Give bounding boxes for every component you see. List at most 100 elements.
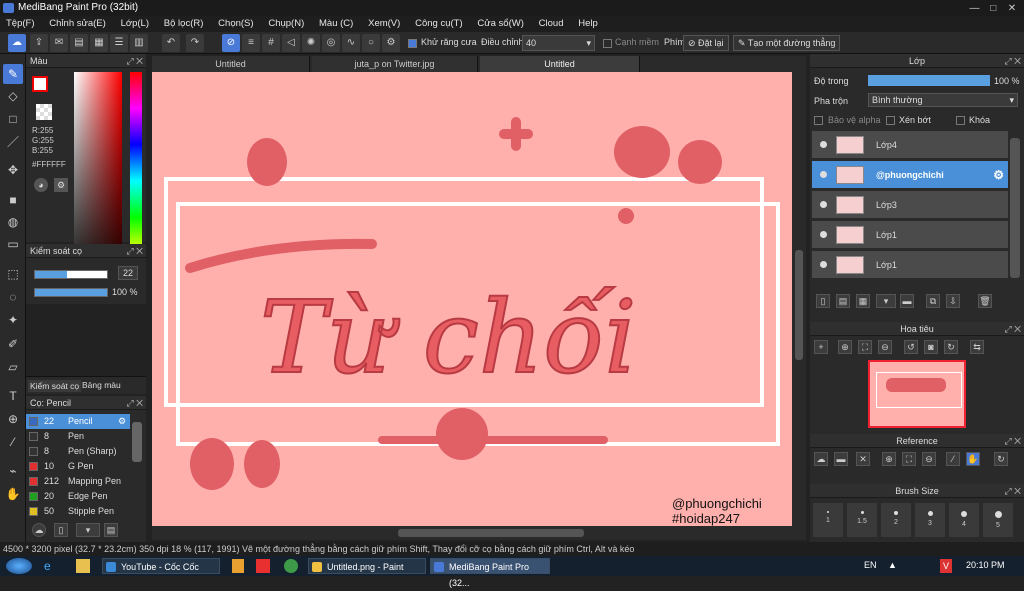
close-icon[interactable]: ✕ — [1004, 2, 1020, 15]
text-tool-icon[interactable]: T — [3, 386, 23, 406]
brush-size-value[interactable]: 22 — [118, 266, 138, 280]
explorer-icon[interactable] — [76, 559, 90, 573]
add-brush-icon[interactable]: ▾ — [76, 523, 100, 537]
visibility-icon[interactable] — [820, 141, 827, 148]
navigator-preview[interactable] — [868, 360, 966, 428]
menu-cloud[interactable]: Cloud — [533, 16, 570, 31]
brush-settings-icon[interactable]: ⚙ — [118, 414, 126, 429]
antialias-checkbox[interactable] — [408, 39, 417, 48]
protect-alpha-checkbox[interactable] — [814, 116, 823, 125]
panel-close-icon[interactable]: ⤢ ✕ — [1004, 484, 1021, 498]
layer-row[interactable]: @phuongchichi ⚙ — [812, 161, 1008, 189]
line-tool-icon[interactable]: ／ — [3, 132, 23, 152]
ie-icon[interactable]: e — [44, 559, 58, 573]
ref-eyedropper-icon[interactable]: ⁄ — [946, 452, 960, 466]
layer-row[interactable]: Lớp1 — [812, 251, 1008, 279]
brush-cloud-icon[interactable]: ☁ — [32, 523, 46, 537]
menu-help[interactable]: Help — [572, 16, 604, 31]
lock-checkbox[interactable] — [956, 116, 965, 125]
reference-cloud-icon[interactable]: ☁ — [814, 452, 828, 466]
panel-close-icon[interactable]: ⤢ ✕ — [1004, 322, 1021, 336]
new-halftone-layer-icon[interactable]: ▤ — [836, 294, 850, 308]
start-button-icon[interactable] — [6, 558, 32, 574]
minimize-icon[interactable]: — — [966, 2, 982, 15]
brush-row[interactable]: 10 G Pen — [26, 459, 130, 474]
folder-icon[interactable]: ▬ — [900, 294, 914, 308]
menu-select[interactable]: Chọn(S) — [212, 16, 259, 31]
perspective-icon[interactable]: ◁ — [282, 34, 300, 52]
reset-button[interactable]: ⊘ Đặt lại — [683, 35, 729, 51]
panel-close-icon[interactable]: ⤢ ✕ — [126, 54, 143, 68]
delete-layer-icon[interactable]: 🗑 — [978, 294, 992, 308]
maximize-icon[interactable]: □ — [985, 2, 1001, 15]
tab-brush-control[interactable]: Kiểm soát cọ — [28, 380, 82, 392]
add-layer-menu-icon[interactable]: ▾ — [876, 294, 896, 308]
brush-opacity-slider[interactable] — [34, 288, 108, 297]
gradient-tool-icon[interactable]: ▭ — [3, 234, 23, 254]
app-red-icon[interactable] — [256, 559, 270, 573]
grid-snap-icon[interactable]: # — [262, 34, 280, 52]
ref-fit-icon[interactable]: ⛶ — [902, 452, 916, 466]
tab-palette[interactable]: Bảng màu — [82, 380, 121, 390]
chrome-icon[interactable] — [284, 559, 298, 573]
media-icon[interactable] — [232, 559, 244, 573]
ref-rotate-icon[interactable]: ↻ — [994, 452, 1008, 466]
list-icon[interactable]: ☰ — [110, 34, 128, 52]
task-medibang[interactable]: MediBang Paint Pro (32... — [430, 558, 550, 588]
menu-window[interactable]: Cửa sổ(W) — [471, 16, 529, 31]
radial-icon[interactable]: ✺ — [302, 34, 320, 52]
brush-list-scrollbar[interactable] — [132, 422, 142, 462]
menu-layer[interactable]: Lớp(L) — [115, 16, 155, 31]
visibility-icon[interactable] — [820, 201, 827, 208]
divide-tool-icon[interactable]: ⌁ — [3, 461, 23, 481]
select-rect-icon[interactable]: ⬚ — [3, 264, 23, 284]
panel-icon[interactable]: ▦ — [90, 34, 108, 52]
parallel-snap-icon[interactable]: ≡ — [242, 34, 260, 52]
panel-close-icon[interactable]: ⤢ ✕ — [1004, 54, 1021, 68]
select-eraser-icon[interactable]: ▱ — [3, 357, 23, 377]
brush-size-cell[interactable]: 3 — [914, 502, 946, 538]
horizontal-scroll-thumb[interactable] — [398, 529, 584, 537]
brush-row[interactable]: 212 Mapping Pen — [26, 474, 130, 489]
zoom-plus-icon[interactable]: ⊕ — [838, 340, 852, 354]
menu-edit[interactable]: Chỉnh sửa(E) — [43, 16, 112, 31]
straight-line-button[interactable]: ✎ Tạo một đường thẳng — [733, 35, 841, 51]
menu-color[interactable]: Màu (C) — [313, 16, 359, 31]
secondary-color-swatch[interactable] — [36, 104, 52, 120]
eyedropper-icon[interactable]: ⁄ — [3, 432, 23, 452]
merge-layer-icon[interactable]: ⇩ — [946, 294, 960, 308]
menu-tools[interactable]: Công cụ(T) — [409, 16, 469, 31]
brush-size-cell[interactable]: 1 — [812, 502, 844, 538]
clipping-checkbox[interactable] — [886, 116, 895, 125]
menu-file[interactable]: Tệp(F) — [0, 16, 41, 31]
circle-snap-icon[interactable]: ○ — [362, 34, 380, 52]
concentric-icon[interactable]: ◎ — [322, 34, 340, 52]
brush-row[interactable]: 50 Stipple Pen — [26, 504, 130, 518]
new-8bit-layer-icon[interactable]: ▦ — [856, 294, 870, 308]
new-brush-icon[interactable]: ▯ — [54, 523, 68, 537]
layer-opacity-slider[interactable] — [868, 75, 990, 86]
panel-close-icon[interactable]: ⤢ ✕ — [126, 244, 143, 258]
menu-capture[interactable]: Chụp(N) — [262, 16, 310, 31]
task-youtube[interactable]: YouTube - Cốc Cốc — [102, 558, 220, 574]
tray-up-icon[interactable]: ▲ — [888, 560, 900, 572]
layer-list-scrollbar[interactable] — [1010, 138, 1020, 278]
visibility-icon[interactable] — [820, 261, 827, 268]
eraser-tool-icon[interactable]: ◇ — [3, 86, 23, 106]
select-pen-icon[interactable]: ✐ — [3, 334, 23, 354]
tab-untitled-1[interactable]: Untitled — [152, 56, 310, 72]
brush-size-cell[interactable]: 5 — [982, 502, 1014, 538]
undo-icon[interactable]: ↶ — [162, 34, 180, 52]
ref-zoom-in-icon[interactable]: ⊕ — [882, 452, 896, 466]
layer-row[interactable]: Lớp4 — [812, 131, 1008, 159]
move-tool-icon[interactable]: ✥ — [3, 160, 23, 180]
fit-window-icon[interactable]: ⛶ — [858, 340, 872, 354]
vertical-scroll-thumb[interactable] — [795, 250, 803, 360]
visibility-icon[interactable] — [820, 171, 827, 178]
layer-row[interactable]: Lớp1 — [812, 221, 1008, 249]
brush-row[interactable]: 22 Pencil ⚙ — [26, 414, 130, 429]
new-layer-icon[interactable]: ▯ — [816, 294, 830, 308]
brush-row[interactable]: 8 Pen — [26, 429, 130, 444]
canh-mem-checkbox[interactable] — [603, 39, 612, 48]
brush-size-cell[interactable]: 4 — [948, 502, 980, 538]
